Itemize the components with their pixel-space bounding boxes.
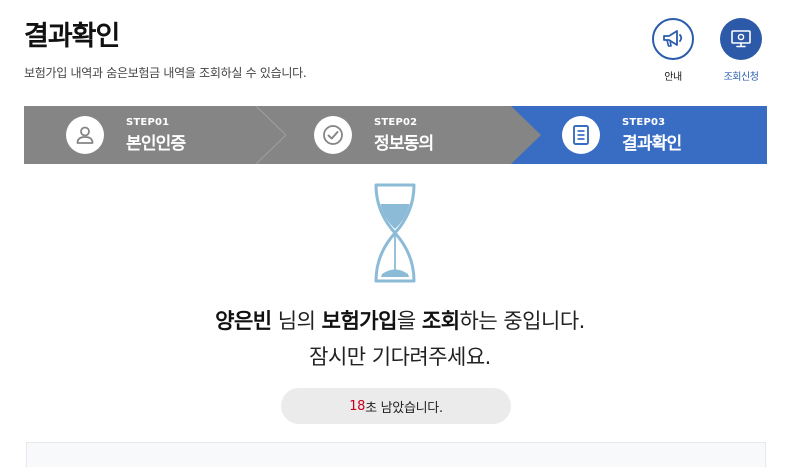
guide-label: 안내 — [664, 72, 682, 83]
wait-message: 잠시만 기다려주세요. — [309, 345, 491, 369]
monitor-icon — [720, 18, 762, 60]
guide-button[interactable]: 안내 — [650, 18, 696, 83]
step-name: 정보동의 — [374, 133, 434, 154]
document-icon — [562, 116, 600, 154]
page-description: 보험가입 내역과 숨은보험금 내역을 조회하실 수 있습니다. — [24, 66, 307, 80]
inquiry-request-label: 조회신청 — [723, 72, 759, 83]
step-identity-verification: STEP01 본인인증 — [66, 106, 186, 164]
step-number: STEP01 — [126, 116, 170, 128]
step-result-check: STEP03 결과확인 — [562, 106, 682, 164]
countdown-suffix: 초 남았습니다. — [365, 400, 443, 416]
page-title: 결과확인 — [24, 21, 120, 52]
person-icon — [66, 116, 104, 154]
megaphone-icon — [652, 18, 694, 60]
step-number: STEP02 — [374, 116, 418, 128]
user-name: 양은빈 — [215, 309, 272, 333]
hourglass-icon — [374, 183, 416, 283]
step-name: 결과확인 — [622, 133, 682, 154]
check-circle-icon — [314, 116, 352, 154]
countdown-seconds: 18 — [349, 398, 366, 414]
step-progress-bar: STEP01 본인인증 STEP02 정보동의 STEP03 결과확인 — [24, 106, 767, 164]
inquiry-request-button[interactable]: 조회신청 — [718, 18, 764, 83]
countdown-timer: 18 초 남았습니다. — [281, 388, 511, 424]
step-information-consent: STEP02 정보동의 — [314, 106, 434, 164]
step-name: 본인인증 — [126, 133, 186, 154]
step-number: STEP03 — [622, 116, 666, 128]
result-panel — [26, 442, 766, 467]
step-divider — [256, 106, 286, 164]
status-message: 양은빈 님의 보험가입을 조회하는 중입니다. — [215, 309, 585, 333]
